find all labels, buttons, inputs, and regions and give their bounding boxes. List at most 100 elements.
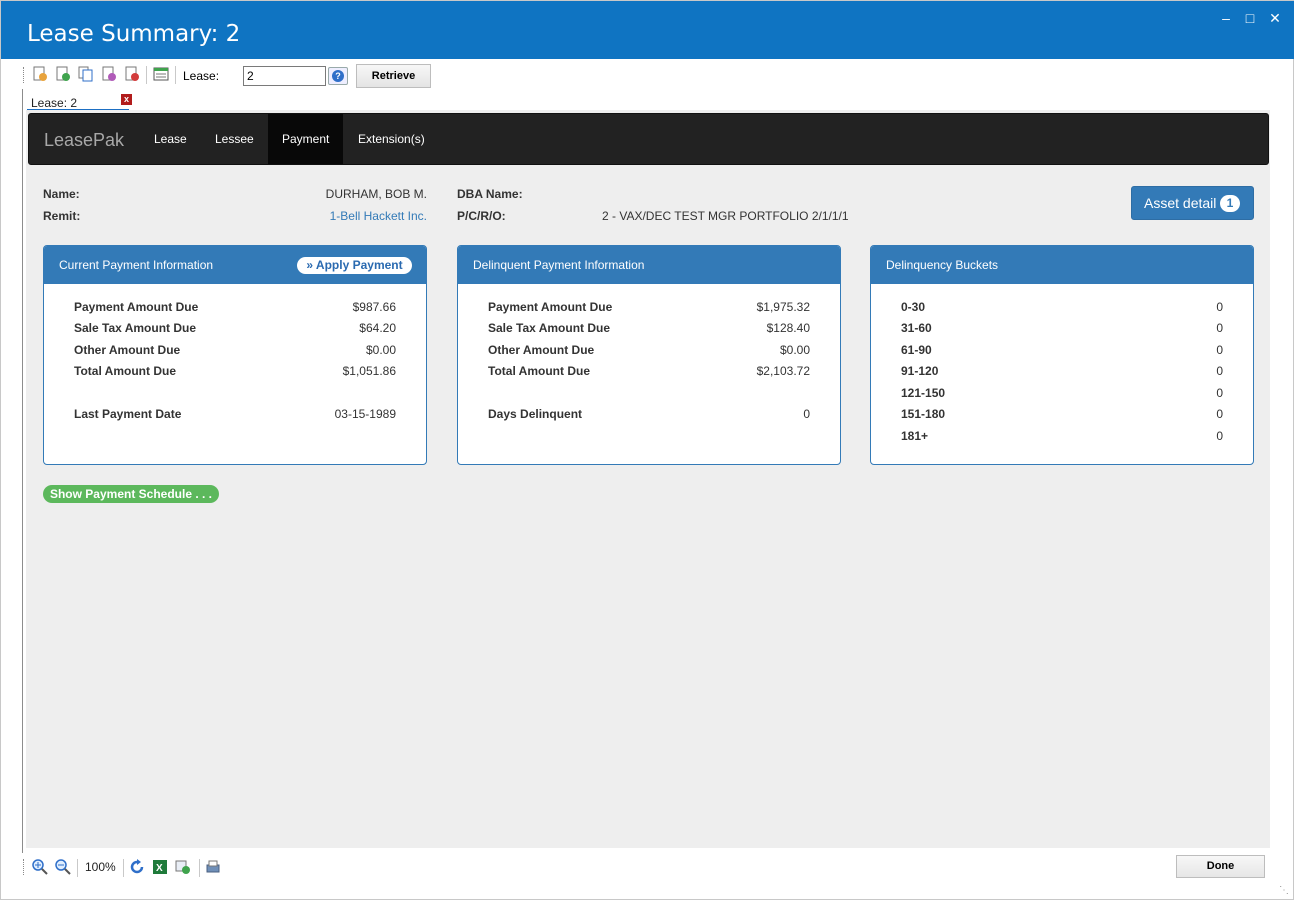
- bucket-label: 151-180: [901, 407, 946, 421]
- panel-heading: Delinquency Buckets: [871, 246, 1253, 284]
- window-title: Lease Summary: 2: [27, 21, 241, 47]
- statusbar-separator: [77, 859, 78, 877]
- maximize-icon[interactable]: □: [1239, 9, 1261, 27]
- tab-label: Lease: 2: [31, 96, 78, 110]
- delinquency-buckets-panel: Delinquency Buckets 0-30 0 31-60 0 61-90…: [870, 245, 1254, 465]
- row-label: Sale Tax Amount Due: [488, 321, 611, 335]
- print-icon[interactable]: [205, 859, 221, 875]
- total-amount-link[interactable]: $1,051.86: [343, 364, 396, 378]
- nav-item-lessee[interactable]: Lessee: [201, 114, 268, 164]
- asset-count-badge: 1: [1220, 195, 1240, 212]
- name-label: Name:: [43, 187, 80, 201]
- panel-title: Delinquent Payment Information: [473, 258, 645, 272]
- row-label: Other Amount Due: [488, 343, 595, 357]
- bucket-value: 0: [1216, 364, 1223, 378]
- panel-heading: Current Payment Information » Apply Paym…: [44, 246, 426, 284]
- panel-title: Current Payment Information: [59, 258, 214, 272]
- zoom-in-icon[interactable]: [32, 859, 48, 875]
- asset-detail-label: Asset detail: [1144, 195, 1217, 211]
- delete-icon[interactable]: [124, 66, 140, 82]
- toolbar-separator: [175, 66, 176, 84]
- bucket-label: 91-120: [901, 364, 939, 378]
- document-area: Lease: 2 x LeasePak Lease Lessee Payment…: [22, 89, 1273, 853]
- close-icon[interactable]: ✕: [1264, 9, 1286, 27]
- name-value: DURHAM, BOB M.: [325, 187, 427, 201]
- tab-lease-2[interactable]: Lease: 2 x: [27, 92, 132, 112]
- pcro-value: 2 - VAX/DEC TEST MGR PORTFOLIO 2/1/1/1: [602, 209, 849, 223]
- status-bar: 100% X Done: [21, 853, 1273, 881]
- current-payment-panel: Current Payment Information » Apply Paym…: [43, 245, 427, 465]
- excel-icon[interactable]: X: [152, 859, 168, 875]
- export-icon[interactable]: [175, 859, 191, 875]
- bucket-value: 0: [1216, 300, 1223, 314]
- bucket-label: 31-60: [901, 321, 932, 335]
- user-search-icon[interactable]: [101, 66, 117, 82]
- bucket-value: 0: [1216, 429, 1223, 443]
- row-label: Payment Amount Due: [488, 300, 613, 314]
- zoom-out-icon[interactable]: [55, 859, 71, 875]
- row-label: Total Amount Due: [74, 364, 176, 378]
- app-window: Lease Summary: 2 – □ ✕ Lease: ? Retrieve…: [0, 0, 1294, 900]
- remit-link[interactable]: 1-Bell Hackett Inc.: [330, 209, 427, 223]
- refresh-icon[interactable]: [129, 859, 145, 875]
- row-value: $64.20: [359, 321, 396, 335]
- statusbar-grip[interactable]: [23, 859, 26, 875]
- bucket-value: 0: [1216, 321, 1223, 335]
- toolbar-separator: [146, 66, 147, 84]
- row-label: Sale Tax Amount Due: [74, 321, 197, 335]
- add-icon[interactable]: [55, 66, 71, 82]
- dba-name-label: DBA Name:: [457, 187, 523, 201]
- bucket-value: 0: [1216, 343, 1223, 357]
- panel-title: Delinquency Buckets: [886, 258, 999, 272]
- row-value: $0.00: [365, 343, 396, 357]
- nav-item-payment[interactable]: Payment: [268, 114, 344, 164]
- retrieve-button[interactable]: Retrieve: [356, 64, 431, 88]
- toolbar-grip[interactable]: [23, 67, 26, 83]
- row-value: $128.40: [766, 321, 810, 335]
- help-button[interactable]: ?: [328, 67, 348, 85]
- report-icon[interactable]: [153, 66, 169, 82]
- done-button[interactable]: Done: [1176, 855, 1265, 878]
- panel-heading: Delinquent Payment Information: [458, 246, 840, 284]
- top-navbar: LeasePak Lease Lessee Payment Extension(…: [28, 113, 1269, 165]
- nav-item-extensions[interactable]: Extension(s): [344, 114, 439, 164]
- help-icon: ?: [332, 70, 344, 82]
- zoom-level: 100%: [85, 860, 116, 874]
- row-label: Other Amount Due: [74, 343, 181, 357]
- days-delinquent-value: 0: [803, 407, 810, 421]
- toolbar: Lease: ? Retrieve: [21, 63, 1273, 89]
- copy-icon[interactable]: [78, 66, 94, 82]
- row-value: $987.66: [352, 300, 396, 314]
- lease-summary-content: LeasePak Lease Lessee Payment Extension(…: [26, 110, 1270, 848]
- asset-detail-button[interactable]: Asset detail 1: [1131, 186, 1254, 220]
- apply-payment-button[interactable]: » Apply Payment: [297, 257, 412, 274]
- pcro-label: P/C/R/O:: [457, 209, 506, 223]
- bucket-value: 0: [1216, 386, 1223, 400]
- nav-item-lease[interactable]: Lease: [140, 114, 201, 164]
- bucket-label: 61-90: [901, 343, 932, 357]
- minimize-icon[interactable]: –: [1215, 9, 1237, 27]
- row-value: $1,975.32: [756, 300, 810, 314]
- statusbar-separator: [123, 859, 124, 877]
- show-payment-schedule-button[interactable]: Show Payment Schedule . . .: [43, 485, 219, 503]
- resize-grip-icon[interactable]: ⋱: [1279, 885, 1289, 896]
- tab-close-icon[interactable]: x: [121, 94, 132, 105]
- bucket-value: 0: [1216, 407, 1223, 421]
- row-value: $0.00: [779, 343, 810, 357]
- new-record-icon[interactable]: [32, 66, 48, 82]
- statusbar-separator: [199, 859, 200, 877]
- total-amount-link[interactable]: $2,103.72: [757, 364, 810, 378]
- bucket-label: 0-30: [901, 300, 926, 314]
- svg-text:X: X: [156, 863, 163, 874]
- lease-label: Lease:: [183, 69, 220, 83]
- bucket-label: 121-150: [901, 386, 946, 400]
- last-payment-link[interactable]: 03-15-1989: [335, 407, 396, 421]
- title-bar: Lease Summary: 2 – □ ✕: [1, 1, 1294, 59]
- brand-logo[interactable]: LeasePak: [44, 130, 124, 151]
- days-delinquent-label: Days Delinquent: [488, 407, 583, 421]
- row-label: Payment Amount Due: [74, 300, 199, 314]
- last-payment-label: Last Payment Date: [74, 407, 182, 421]
- bucket-label: 181+: [901, 429, 929, 443]
- remit-label: Remit:: [43, 209, 81, 223]
- lease-input[interactable]: [243, 66, 326, 86]
